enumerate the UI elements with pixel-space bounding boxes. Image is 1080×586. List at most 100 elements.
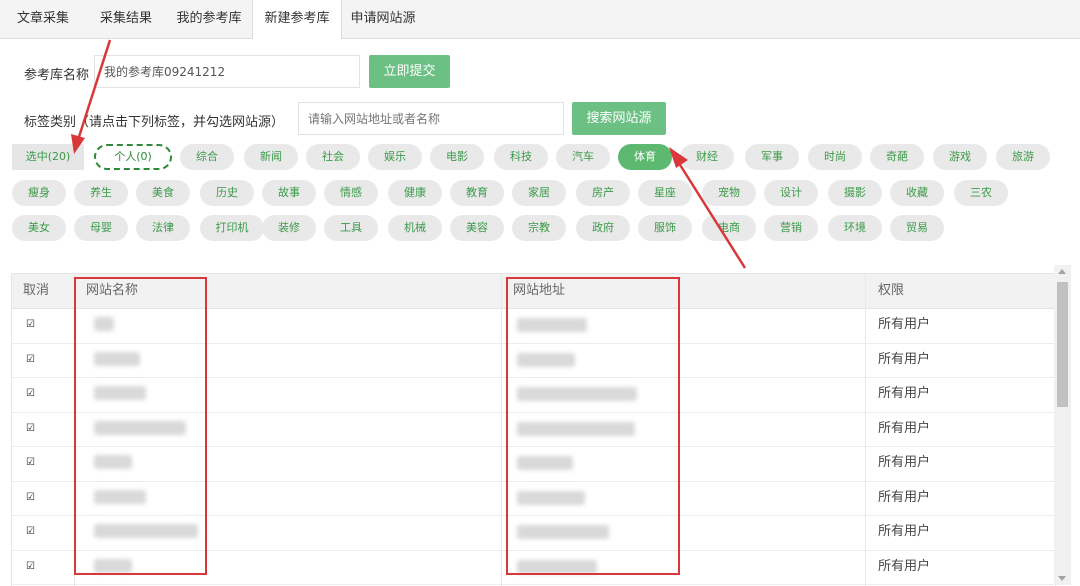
tag-row1-5[interactable]: 科技 <box>494 144 548 170</box>
tab-collect-results[interactable]: 采集结果 <box>86 0 166 38</box>
permission-cell: 所有用户 <box>878 317 931 332</box>
tag-row2-3[interactable]: 历史 <box>200 180 254 206</box>
tab-new-reference-library[interactable]: 新建参考库 <box>252 0 342 39</box>
row-checkbox[interactable]: ☑ <box>26 389 36 399</box>
site-name-redacted <box>94 386 146 400</box>
header-permission: 权限 <box>878 283 905 298</box>
tag-row2-9[interactable]: 房产 <box>576 180 630 206</box>
tag-row1-2[interactable]: 社会 <box>306 144 360 170</box>
tag-row3-4[interactable]: 装修 <box>262 215 316 241</box>
tag-row3-14[interactable]: 贸易 <box>890 215 944 241</box>
tag-selected-count[interactable]: 选中(20) <box>12 144 84 170</box>
site-name-redacted <box>94 351 140 366</box>
tag-row3-0[interactable]: 美女 <box>12 215 66 241</box>
tag-row1-10[interactable]: 时尚 <box>808 144 862 170</box>
tag-row2-13[interactable]: 摄影 <box>828 180 882 206</box>
row-checkbox[interactable]: ☑ <box>26 458 36 468</box>
scroll-down-arrow-icon[interactable] <box>1058 576 1066 581</box>
site-url-redacted <box>517 456 573 470</box>
tag-row1-0[interactable]: 综合 <box>180 144 234 170</box>
tag-row2-5[interactable]: 情感 <box>324 180 378 206</box>
tag-row2-15[interactable]: 三农 <box>954 180 1008 206</box>
tag-row2-0[interactable]: 瘦身 <box>12 180 66 206</box>
website-search-input[interactable] <box>298 102 564 135</box>
tag-row1-6[interactable]: 汽车 <box>556 144 610 170</box>
site-name-redacted <box>94 317 114 331</box>
tag-row3-3[interactable]: 打印机 <box>200 215 264 241</box>
row-checkbox[interactable]: ☑ <box>26 561 36 572</box>
site-url-redacted <box>517 421 635 436</box>
tag-row1-8[interactable]: 财经 <box>680 144 734 170</box>
tab-article-collect[interactable]: 文章采集 <box>0 0 86 38</box>
site-url-redacted <box>517 525 609 539</box>
table-row: ☑ 所有用户 <box>12 446 1055 482</box>
tab-apply-website-source[interactable]: 申请网站源 <box>340 0 426 38</box>
site-name-redacted <box>94 558 132 573</box>
tag-row2-11[interactable]: 宠物 <box>702 180 756 206</box>
row-checkbox[interactable]: ☑ <box>26 320 36 330</box>
search-website-button[interactable]: 搜索网站源 <box>572 102 666 135</box>
table-row: ☑ 所有用户 <box>12 343 1055 378</box>
tag-row3-1[interactable]: 母婴 <box>74 215 128 241</box>
tag-row3-5[interactable]: 工具 <box>324 215 378 241</box>
tag-row1-9[interactable]: 军事 <box>745 144 799 170</box>
tag-row2-14[interactable]: 收藏 <box>890 180 944 206</box>
tag-row1-1[interactable]: 新闻 <box>244 144 298 170</box>
table-row: ☑ 所有用户 <box>12 308 1055 344</box>
permission-cell: 所有用户 <box>878 351 931 367</box>
tab-bar: 文章采集 采集结果 我的参考库 新建参考库 申请网站源 <box>0 0 1080 39</box>
library-name-label: 参考库名称 <box>24 68 90 83</box>
header-site-url: 网站地址 <box>513 283 566 298</box>
permission-cell: 所有用户 <box>878 455 931 470</box>
tag-row3-11[interactable]: 电商 <box>702 215 756 241</box>
tag-row3-7[interactable]: 美容 <box>450 215 504 241</box>
scroll-up-arrow-icon[interactable] <box>1058 269 1066 274</box>
tag-row3-6[interactable]: 机械 <box>388 215 442 241</box>
site-name-redacted <box>94 489 146 504</box>
row-checkbox[interactable]: ☑ <box>26 492 36 503</box>
tag-row2-8[interactable]: 家居 <box>512 180 566 206</box>
tag-row2-10[interactable]: 星座 <box>638 180 692 206</box>
site-name-redacted <box>94 524 198 538</box>
tag-row3-12[interactable]: 营销 <box>764 215 818 241</box>
tag-row3-13[interactable]: 环境 <box>828 215 882 241</box>
tag-row3-2[interactable]: 法律 <box>136 215 190 241</box>
table-header: 取消 网站名称 网站地址 权限 <box>12 274 1055 309</box>
tag-row2-12[interactable]: 设计 <box>764 180 818 206</box>
tag-row1-7[interactable]: 体育 <box>618 144 672 170</box>
tag-row1-13[interactable]: 旅游 <box>996 144 1050 170</box>
site-url-redacted <box>517 352 575 367</box>
table-row: ☑ 所有用户 <box>12 481 1055 516</box>
site-url-redacted <box>517 490 585 505</box>
arrow-to-sports-tag <box>675 159 747 269</box>
table-row: ☑ 所有用户 <box>12 412 1055 447</box>
tag-row3-8[interactable]: 宗教 <box>512 215 566 241</box>
tag-row2-7[interactable]: 教育 <box>450 180 504 206</box>
tag-row1-4[interactable]: 电影 <box>430 144 484 170</box>
tag-row2-4[interactable]: 故事 <box>262 180 316 206</box>
table-scrollbar[interactable] <box>1054 265 1071 585</box>
tab-my-reference-library[interactable]: 我的参考库 <box>166 0 252 38</box>
site-name-redacted <box>94 420 186 435</box>
table-row: ☑ 所有用户 <box>12 550 1055 585</box>
permission-cell: 所有用户 <box>878 489 931 505</box>
submit-button[interactable]: 立即提交 <box>369 55 450 88</box>
row-checkbox[interactable]: ☑ <box>26 354 36 365</box>
tag-row1-3[interactable]: 娱乐 <box>368 144 422 170</box>
tag-row3-9[interactable]: 政府 <box>576 215 630 241</box>
tag-personal[interactable]: 个人(0) <box>94 144 172 170</box>
tag-row2-1[interactable]: 养生 <box>74 180 128 206</box>
tag-row2-2[interactable]: 美食 <box>136 180 190 206</box>
site-url-redacted <box>517 387 637 401</box>
tag-row3-10[interactable]: 服饰 <box>638 215 692 241</box>
permission-cell: 所有用户 <box>878 420 931 436</box>
table-row: ☑ 所有用户 <box>12 515 1055 551</box>
row-checkbox[interactable]: ☑ <box>26 527 36 537</box>
tag-row1-12[interactable]: 游戏 <box>933 144 987 170</box>
tag-row1-11[interactable]: 奇葩 <box>870 144 924 170</box>
scrollbar-thumb[interactable] <box>1057 282 1068 407</box>
site-url-redacted <box>517 318 587 332</box>
library-name-input[interactable] <box>94 55 360 88</box>
row-checkbox[interactable]: ☑ <box>26 423 36 434</box>
tag-row2-6[interactable]: 健康 <box>388 180 442 206</box>
